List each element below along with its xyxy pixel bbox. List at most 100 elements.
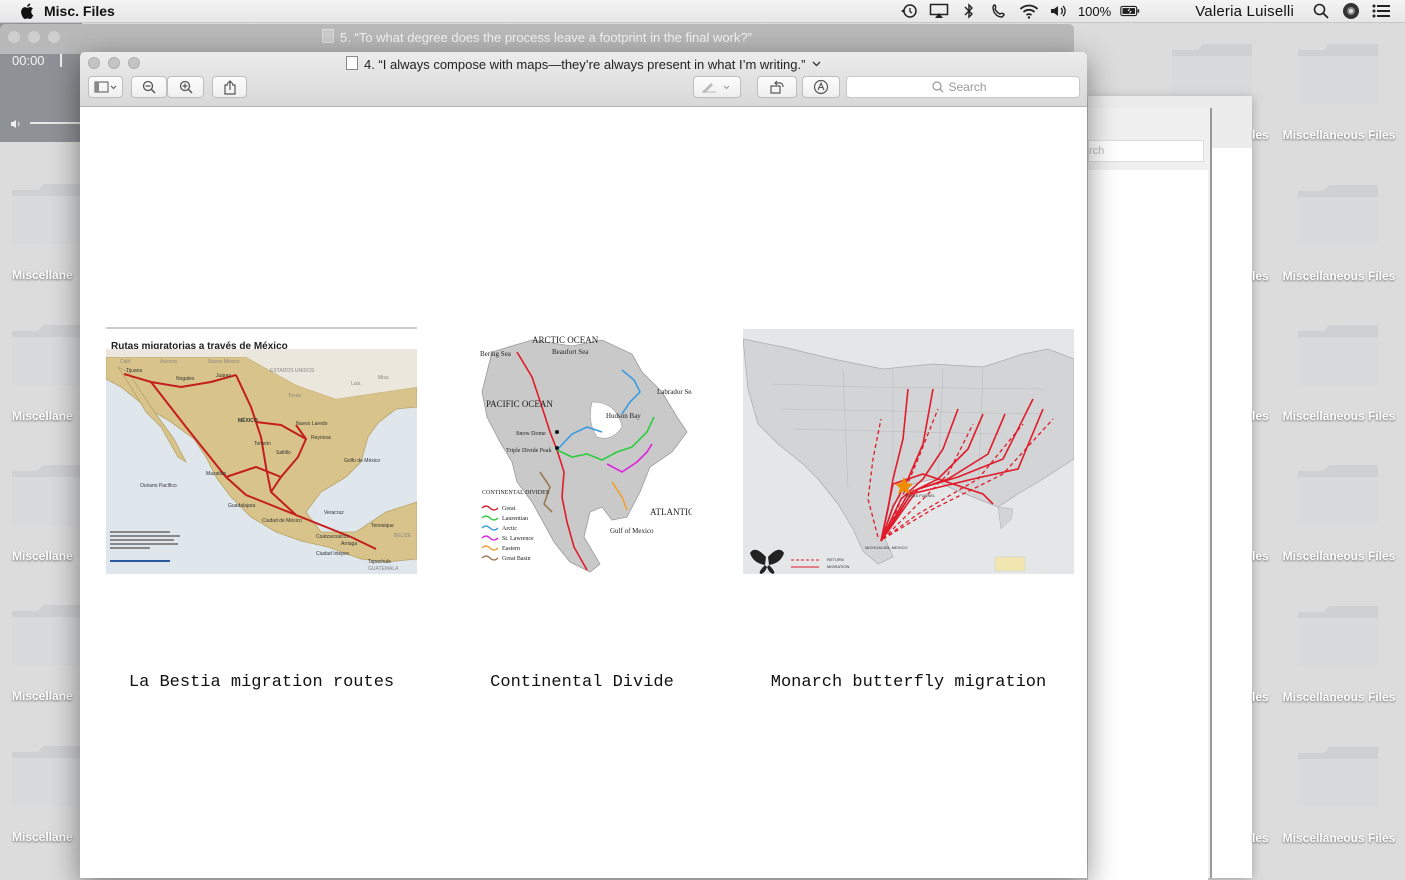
zoom-out-button[interactable] <box>131 76 167 98</box>
map-label: TEXAS FUNNEL <box>905 493 936 498</box>
map-label: ESTADOS UNIDOS <box>270 368 315 374</box>
chevron-down-icon[interactable] <box>812 61 821 67</box>
preview-window[interactable]: 4. “I always compose with maps—they’re a… <box>80 52 1087 878</box>
folder-label: Miscellaneous Files <box>1282 549 1396 563</box>
zoom-in-icon <box>179 80 193 94</box>
svg-text:Great: Great <box>502 506 516 512</box>
battery-percentage: 100% <box>1077 3 1112 19</box>
playback-time: 00:00 <box>12 53 45 68</box>
folder-icon <box>1298 747 1378 807</box>
folder-label: Miscellaneous Files <box>1282 128 1396 142</box>
map-label: Beaufort Sea <box>552 348 589 356</box>
window-toolbar: 4. “I always compose with maps—they’re a… <box>80 52 1087 107</box>
map-label: Arizona <box>160 359 177 365</box>
markup-toolbar-button[interactable] <box>802 76 840 98</box>
window-title: 5. “To what degree does the process leav… <box>340 30 752 45</box>
map-label: Mazatlán <box>206 471 227 477</box>
desktop-folder[interactable]: Miscellaneous Files <box>1274 183 1395 293</box>
map-label: Torreón <box>254 441 271 447</box>
folder-label: les <box>1252 409 1269 423</box>
legend-item: Eastern <box>481 545 520 552</box>
folder-label: les <box>1252 831 1269 845</box>
search-field[interactable] <box>846 76 1080 98</box>
bluetooth-icon[interactable] <box>959 3 979 19</box>
rotate-button[interactable] <box>757 76 797 98</box>
map-caption: Continental Divide <box>490 673 674 692</box>
map-label: MÉXICO <box>238 416 258 424</box>
document-page: Rutas migratorias a través de México Tij… <box>80 107 1087 878</box>
siri-icon[interactable] <box>1341 3 1361 19</box>
markup-pen-button[interactable] <box>693 76 741 98</box>
map-label: Calif. <box>120 359 131 365</box>
legend-item: MIGRATION <box>827 564 849 569</box>
zoom-out-icon <box>142 80 156 94</box>
volume-slider[interactable] <box>30 122 82 124</box>
map-label: Nuevo México <box>208 359 240 365</box>
map-label: Veracruz <box>324 510 344 516</box>
legend-item: Great <box>481 505 516 512</box>
menu-bar: Misc. Files 100% Valeria Luiselli <box>0 0 1405 23</box>
window-title[interactable]: 4. “I always compose with maps—they’re a… <box>364 57 805 72</box>
share-icon <box>223 79 236 95</box>
folder-icon <box>1298 44 1378 104</box>
zoom-in-button[interactable] <box>167 76 204 98</box>
desktop-folder[interactable]: Miscellaneous Files <box>1274 745 1395 855</box>
map-label: Tapachula <box>368 559 391 565</box>
airplay-icon[interactable] <box>929 3 949 19</box>
map-label: Tijuana <box>126 368 142 374</box>
sidebar-toggle-button[interactable] <box>88 76 123 98</box>
map-label: Ciudad de México <box>262 518 302 524</box>
map-label: ATLANTIC OCEAN <box>650 507 692 517</box>
background-window-finder[interactable]: rch <box>1088 108 1212 880</box>
map-label: Labrador Sea <box>657 388 692 396</box>
desktop-folder[interactable]: Miscellaneous Files <box>1274 42 1395 152</box>
map-label: MICHOACÁN, MEXICO <box>865 545 907 550</box>
apple-icon[interactable] <box>20 3 34 19</box>
desktop-folder[interactable]: Miscellaneous Files <box>1274 323 1395 433</box>
volume-icon <box>11 120 20 128</box>
map-label: Océano Pacífico <box>140 483 177 489</box>
phone-icon[interactable] <box>989 3 1009 19</box>
map-label: Arriaga <box>341 541 357 547</box>
map-label: Texas <box>288 393 302 399</box>
folder-label: les <box>1252 690 1269 704</box>
map-label: Golfo de México <box>344 458 380 464</box>
map-label: ARCTIC OCEAN <box>532 335 599 345</box>
rotate-icon <box>770 80 784 94</box>
app-name-menu[interactable]: Misc. Files <box>44 3 115 19</box>
folder-icon <box>1298 465 1378 525</box>
folder-label: Miscellaneous Files <box>1282 690 1396 704</box>
time-machine-icon[interactable] <box>899 3 919 19</box>
svg-text:Eastern: Eastern <box>502 546 520 552</box>
user-name-menu[interactable]: Valeria Luiselli <box>1195 3 1294 20</box>
legend-item: St. Lawrence <box>481 535 534 542</box>
folder-label: les <box>1252 128 1269 142</box>
map-label: Nogales <box>176 376 195 382</box>
background-search-field[interactable]: rch <box>1088 140 1204 162</box>
map-label: Nuevo Laredo <box>296 421 328 427</box>
desktop-folder[interactable]: Miscellaneous Files <box>1274 604 1395 714</box>
legend-item: Great Basin <box>481 555 531 562</box>
battery-icon[interactable] <box>1120 3 1140 19</box>
map-label: Tenosique <box>371 523 394 529</box>
legend-title: CONTINENTAL DIVIDES <box>482 490 549 496</box>
map-label: Luis. <box>351 381 362 387</box>
map-label: PACIFIC OCEAN <box>486 399 553 409</box>
folder-label: Miscellaneous Files <box>1282 409 1396 423</box>
wifi-icon[interactable] <box>1019 3 1039 19</box>
map-label: GUATEMALA <box>368 566 399 572</box>
notification-center-icon[interactable] <box>1371 3 1391 19</box>
legend-item: RETURN <box>827 557 844 562</box>
map-label: Juárez <box>216 373 232 379</box>
background-preview-window[interactable]: 5. “To what degree does the process leav… <box>0 24 1074 54</box>
monarch-migration-map-image: TEXAS FUNNEL MICHOACÁN, MEXICO RETURN MI… <box>743 329 1074 574</box>
map-caption: La Bestia migration routes <box>128 673 395 692</box>
share-button[interactable] <box>212 76 247 98</box>
map-label: Gulf of Mexico <box>610 527 654 535</box>
search-icon[interactable] <box>1311 3 1331 19</box>
map-label: Reynosa <box>311 435 331 441</box>
search-input[interactable] <box>948 80 995 94</box>
desktop-folder[interactable]: Miscellaneous Files <box>1274 463 1395 573</box>
volume-icon[interactable] <box>1049 3 1069 19</box>
playhead[interactable] <box>60 53 62 67</box>
